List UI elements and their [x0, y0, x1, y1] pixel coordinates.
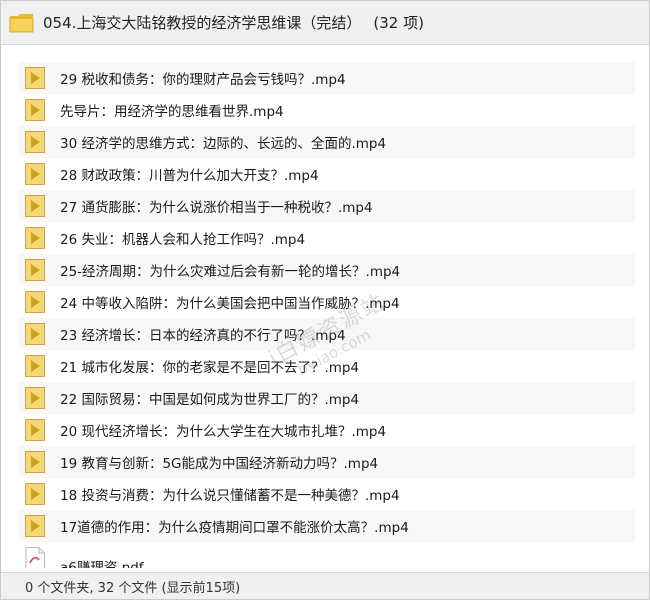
media-play-icon [25, 163, 45, 185]
media-play-icon [25, 291, 45, 313]
file-name: 23 经济增长：日本的经济真的不行了吗？.mp4 [60, 328, 346, 344]
media-play-icon [25, 483, 45, 505]
file-name: 30 经济学的思维方式：边际的、长远的、全面的.mp4 [60, 136, 387, 152]
file-row[interactable]: a6赚理资.pdf [19, 542, 635, 568]
file-name: 26 失业：机器人会和人抢工作吗？.mp4 [60, 232, 306, 248]
file-row[interactable]: 21 城市化发展：你的老家是不是回不去了？.mp4 [19, 350, 635, 382]
file-row[interactable]: 25-经济周期：为什么灾难过后会有新一轮的增长？.mp4 [19, 254, 635, 286]
file-row[interactable]: 26 失业：机器人会和人抢工作吗？.mp4 [19, 222, 635, 254]
media-play-icon [25, 451, 45, 473]
file-row[interactable]: 17道德的作用：为什么疫情期间口罩不能涨价太高？.mp4 [19, 510, 635, 542]
media-play-icon [25, 355, 45, 377]
file-row[interactable]: 19 教育与创新：5G能成为中国经济新动力吗？.mp4 [19, 446, 635, 478]
media-play-icon [25, 67, 45, 89]
file-name: a6赚理资.pdf [60, 560, 144, 568]
file-row[interactable]: 先导片：用经济学的思维看世界.mp4 [19, 94, 635, 126]
media-play-icon [25, 99, 45, 121]
file-row[interactable]: 28 财政政策：川普为什么加大开支？.mp4 [19, 158, 635, 190]
media-play-icon [25, 195, 45, 217]
title-bar: 054.上海交大陆铭教授的经济学思维课（完结） (32 项) [1, 1, 649, 45]
item-count: (32 项) [373, 14, 424, 32]
file-name: 19 教育与创新：5G能成为中国经济新动力吗？.mp4 [60, 456, 379, 472]
media-play-icon [25, 323, 45, 345]
file-row[interactable]: 23 经济增长：日本的经济真的不行了吗？.mp4 [19, 318, 635, 350]
file-row[interactable]: 20 现代经济增长：为什么大学生在大城市扎堆？.mp4 [19, 414, 635, 446]
status-text: 0 个文件夹, 32 个文件 (显示前15项) [25, 580, 241, 596]
file-name: 21 城市化发展：你的老家是不是回不去了？.mp4 [60, 360, 360, 376]
file-row[interactable]: 29 税收和债务：你的理财产品会亏钱吗？.mp4 [19, 62, 635, 94]
status-bar: 0 个文件夹, 32 个文件 (显示前15项) [1, 572, 649, 599]
file-row[interactable]: 18 投资与消费：为什么说只懂储蓄不是一种美德？.mp4 [19, 478, 635, 510]
media-play-icon [25, 131, 45, 153]
file-list: 29 税收和债务：你的理财产品会亏钱吗？.mp4 先导片：用经济学的思维看世界.m… [19, 62, 635, 568]
media-play-icon [25, 387, 45, 409]
file-row[interactable]: 24 中等收入陷阱：为什么美国会把中国当作威胁？.mp4 [19, 286, 635, 318]
file-row[interactable]: 30 经济学的思维方式：边际的、长远的、全面的.mp4 [19, 126, 635, 158]
file-name: 27 通货膨胀：为什么说涨价相当于一种税收？.mp4 [60, 200, 373, 216]
file-name: 17道德的作用：为什么疫情期间口罩不能涨价太高？.mp4 [60, 520, 409, 536]
folder-title: 054.上海交大陆铭教授的经济学思维课（完结） [43, 14, 362, 32]
file-name: 18 投资与消费：为什么说只懂储蓄不是一种美德？.mp4 [60, 488, 400, 504]
file-name: 24 中等收入陷阱：为什么美国会把中国当作威胁？.mp4 [60, 296, 400, 312]
file-name: 20 现代经济增长：为什么大学生在大城市扎堆？.mp4 [60, 424, 387, 440]
file-name: 22 国际贸易：中国是如何成为世界工厂的？.mp4 [60, 392, 360, 408]
file-row[interactable]: 22 国际贸易：中国是如何成为世界工厂的？.mp4 [19, 382, 635, 414]
media-play-icon [25, 419, 45, 441]
folder-icon [9, 12, 35, 34]
media-play-icon [25, 259, 45, 281]
file-browser-window: 054.上海交大陆铭教授的经济学思维课（完结） (32 项) 29 税收和债务：… [0, 0, 650, 600]
file-row[interactable]: 27 通货膨胀：为什么说涨价相当于一种税收？.mp4 [19, 190, 635, 222]
file-name: 先导片：用经济学的思维看世界.mp4 [60, 104, 284, 120]
file-name: 29 税收和债务：你的理财产品会亏钱吗？.mp4 [60, 72, 346, 88]
media-play-icon [25, 515, 45, 537]
pdf-icon [25, 547, 45, 568]
media-play-icon [25, 227, 45, 249]
file-name: 28 财政政策：川普为什么加大开支？.mp4 [60, 168, 319, 184]
file-name: 25-经济周期：为什么灾难过后会有新一轮的增长？.mp4 [60, 264, 401, 280]
